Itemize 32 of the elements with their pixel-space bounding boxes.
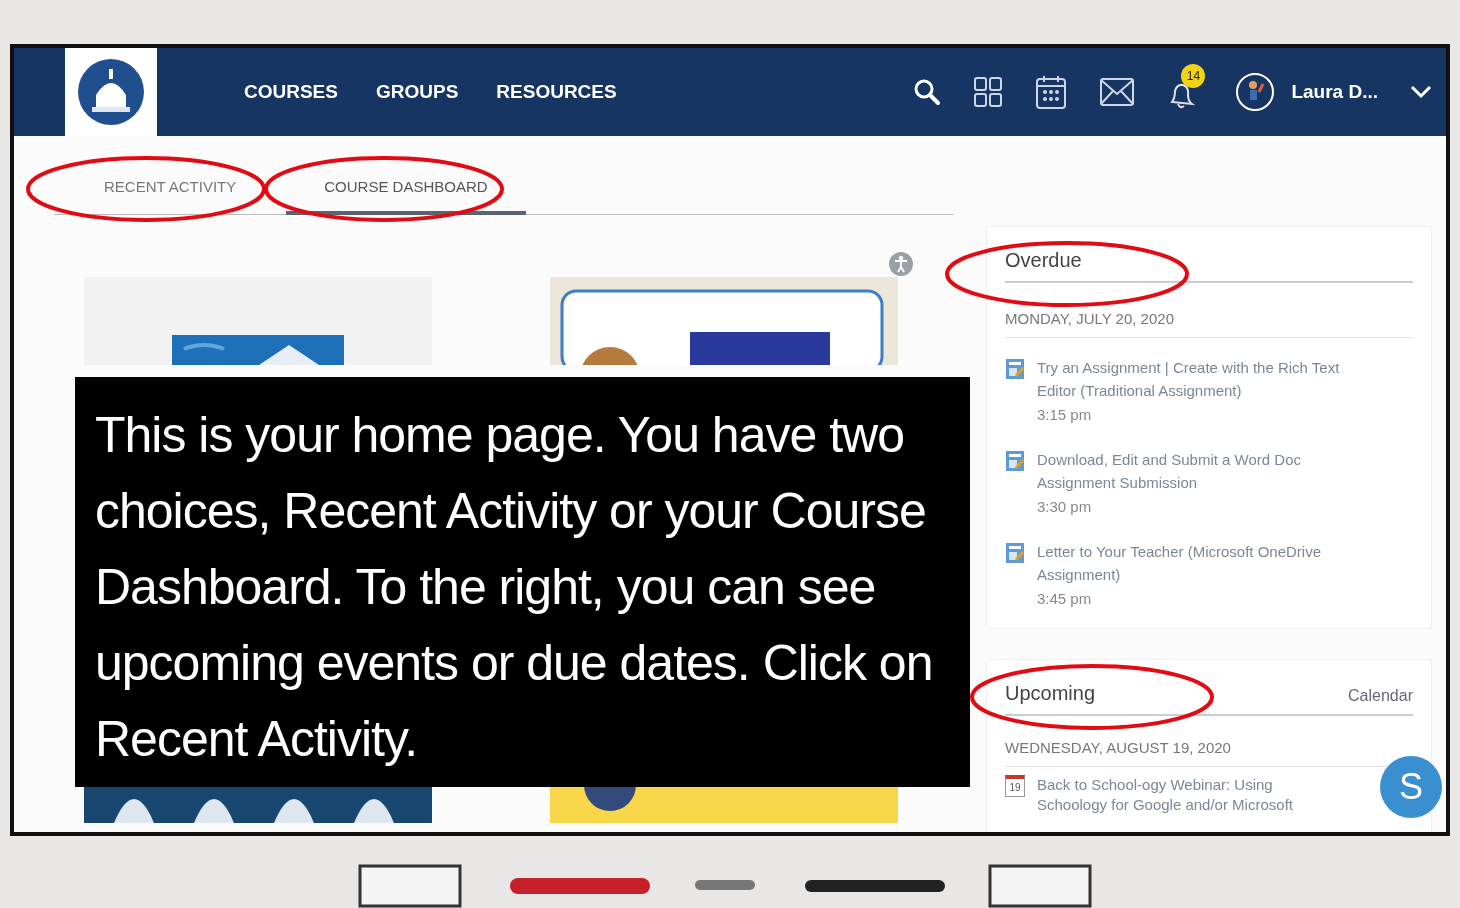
assignment-icon — [1005, 450, 1025, 472]
assignment-icon — [1005, 542, 1025, 564]
assignment-link[interactable]: Try an Assignment | Create with the Rich Text Editor (Traditional Assignment) — [1037, 356, 1357, 402]
nav-link[interactable]: RESOURCES — [496, 77, 617, 107]
calendar-day-icon: 19 — [1005, 775, 1025, 797]
due-time: 3:30 pm — [1037, 497, 1093, 517]
search-icon[interactable] — [913, 78, 942, 106]
nav-link[interactable]: COURSES — [244, 77, 338, 107]
assignment-link[interactable]: Letter to Your Teacher (Microsoft OneDrive Assignment) — [1037, 540, 1357, 586]
calendar-icon[interactable] — [1035, 74, 1068, 110]
date-heading: WEDNESDAY, AUGUST 19, 2020 — [1005, 739, 1231, 756]
tab[interactable]: COURSE DASHBOARD — [286, 164, 526, 215]
mail-icon[interactable] — [1099, 77, 1136, 107]
event-link[interactable]: Back to School-ogy Webinar: Using Schoology for Google and/or Microsoft — [1037, 775, 1337, 815]
nav-link[interactable]: GROUPS — [375, 77, 459, 107]
section-title: Upcoming — [1005, 681, 1096, 706]
user-avatar[interactable] — [1235, 72, 1276, 112]
section-title: Overdue — [1005, 249, 1082, 271]
chevron-down-icon[interactable] — [1410, 85, 1432, 99]
calendar-link[interactable]: Calendar — [1348, 684, 1413, 708]
due-time: 3:45 pm — [1037, 589, 1093, 609]
date-heading: MONDAY, JULY 20, 2020 — [1005, 310, 1174, 327]
instruction-text: This is your home page. You have two choices, Recent Activity or your Course Dashboard. To the right, you can see upcoming events or due dates. Click on Recent Activity. — [95, 406, 934, 769]
tab[interactable]: RECENT ACTIVITY — [54, 164, 287, 215]
assignment-link[interactable]: Download, Edit and Submit a Word Doc Assignment Submission — [1037, 448, 1357, 494]
school-logo[interactable] — [65, 48, 157, 136]
accessibility-icon[interactable] — [888, 250, 914, 277]
notification-badge: 14 — [1181, 64, 1206, 88]
user-name[interactable]: Laura D... — [1291, 77, 1378, 107]
assignment-icon — [1005, 358, 1025, 380]
grid-icon[interactable] — [973, 76, 1004, 108]
due-time: 3:15 pm — [1037, 405, 1093, 425]
